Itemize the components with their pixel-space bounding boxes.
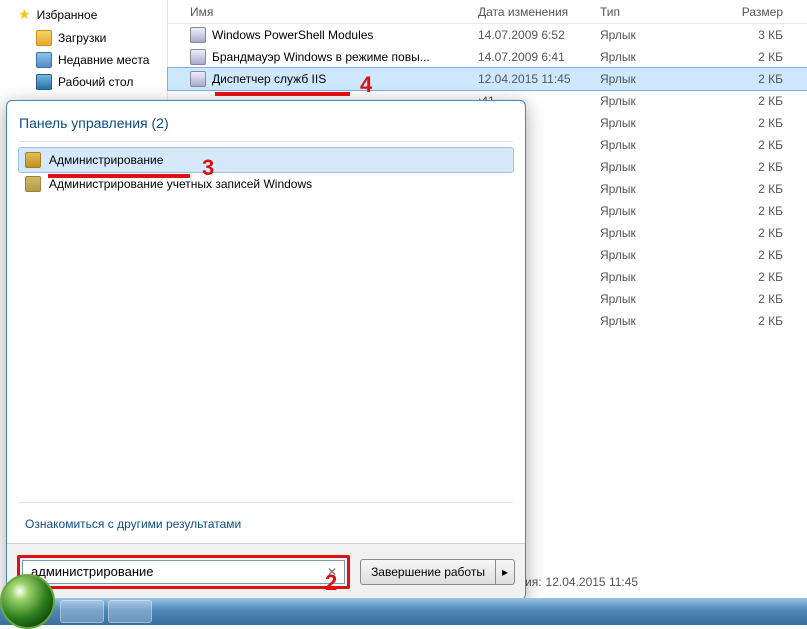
annotation-underline-4 bbox=[215, 92, 350, 96]
file-type: Ярлык bbox=[600, 138, 738, 152]
file-date: 14.07.2009 6:41 bbox=[478, 50, 600, 64]
taskbar-pinned-icon[interactable] bbox=[108, 600, 152, 623]
file-row[interactable]: Брандмауэр Windows в режиме повы... 14.07… bbox=[168, 46, 807, 68]
desktop-icon bbox=[36, 74, 52, 90]
file-name: Диспетчер служб IIS bbox=[212, 72, 326, 86]
user-accounts-icon bbox=[25, 176, 41, 192]
folder-downloads-icon bbox=[36, 30, 52, 46]
file-size: 2 КБ bbox=[738, 292, 807, 306]
annotation-number-4: 4 bbox=[360, 72, 372, 98]
file-size: 2 КБ bbox=[738, 138, 807, 152]
file-size: 2 КБ bbox=[738, 72, 807, 86]
file-size: 2 КБ bbox=[738, 94, 807, 108]
file-type: Ярлык bbox=[600, 226, 738, 240]
file-size: 2 КБ bbox=[738, 248, 807, 262]
file-type: Ярлык bbox=[600, 72, 738, 86]
file-size: 3 КБ bbox=[738, 28, 807, 42]
start-menu-item-admin[interactable]: Администрирование bbox=[19, 148, 513, 172]
annotation-number-2: 2 bbox=[325, 570, 337, 596]
file-type: Ярлык bbox=[600, 292, 738, 306]
file-size: 2 КБ bbox=[738, 116, 807, 130]
file-type: Ярлык bbox=[600, 248, 738, 262]
sidebar-item-label: Загрузки bbox=[58, 31, 106, 45]
divider bbox=[19, 141, 513, 142]
file-type: Ярлык bbox=[600, 270, 738, 284]
file-type: Ярлык bbox=[600, 204, 738, 218]
file-name: Windows PowerShell Modules bbox=[212, 28, 373, 42]
start-menu-item-label: Администрирование учетных записей Window… bbox=[49, 177, 312, 191]
file-size: 2 КБ bbox=[738, 160, 807, 174]
file-type: Ярлык bbox=[600, 50, 738, 64]
column-header-type[interactable]: Тип bbox=[600, 5, 738, 19]
shortcut-icon bbox=[190, 49, 206, 65]
file-date: 12.04.2015 11:45 bbox=[478, 72, 600, 86]
statusbar-value: 12.04.2015 11:45 bbox=[546, 575, 639, 589]
admin-tools-icon bbox=[25, 152, 41, 168]
sidebar-item-label: Рабочий стол bbox=[58, 75, 133, 89]
column-header-name[interactable]: Имя bbox=[168, 5, 478, 19]
sidebar-item-desktop[interactable]: Рабочий стол bbox=[0, 71, 167, 93]
taskbar-pinned-icon[interactable] bbox=[60, 600, 104, 623]
sidebar-favorites-label: Избранное bbox=[37, 8, 98, 22]
sidebar-item-label: Недавние места bbox=[58, 53, 149, 67]
statusbar: ия: 12.04.2015 11:45 bbox=[525, 571, 807, 593]
search-input[interactable] bbox=[22, 560, 345, 584]
search-box-highlight: ✕ bbox=[17, 555, 350, 589]
chevron-right-icon: ▸ bbox=[502, 565, 508, 579]
start-button[interactable] bbox=[0, 574, 55, 629]
divider bbox=[19, 502, 513, 503]
file-row[interactable]: Диспетчер служб IIS 12.04.2015 11:45Ярлык… bbox=[168, 68, 807, 90]
file-type: Ярлык bbox=[600, 314, 738, 328]
start-menu-more-results-link[interactable]: Ознакомиться с другими результатами bbox=[19, 509, 513, 537]
column-header-date[interactable]: Дата изменения bbox=[478, 5, 600, 19]
shortcut-icon bbox=[190, 71, 206, 87]
annotation-number-3: 3 bbox=[202, 155, 214, 181]
file-size: 2 КБ bbox=[738, 182, 807, 196]
shortcut-icon bbox=[190, 27, 206, 43]
file-size: 2 КБ bbox=[738, 50, 807, 64]
shutdown-split-button: Завершение работы ▸ bbox=[360, 559, 515, 585]
file-size: 2 КБ bbox=[738, 270, 807, 284]
file-size: 2 КБ bbox=[738, 314, 807, 328]
star-icon: ★ bbox=[18, 6, 31, 23]
file-type: Ярлык bbox=[600, 94, 738, 108]
file-size: 2 КБ bbox=[738, 226, 807, 240]
annotation-underline-3 bbox=[48, 174, 190, 178]
file-row[interactable]: Windows PowerShell Modules 14.07.2009 6:5… bbox=[168, 24, 807, 46]
start-menu-item-label: Администрирование bbox=[49, 153, 163, 167]
taskbar bbox=[0, 598, 807, 625]
statusbar-label: ия: bbox=[525, 575, 542, 589]
file-name: Брандмауэр Windows в режиме повы... bbox=[212, 50, 430, 64]
file-type: Ярлык bbox=[600, 116, 738, 130]
file-date: 14.07.2009 6:52 bbox=[478, 28, 600, 42]
file-type: Ярлык bbox=[600, 160, 738, 174]
shutdown-button[interactable]: Завершение работы bbox=[360, 559, 496, 585]
file-type: Ярлык bbox=[600, 182, 738, 196]
file-size: 2 КБ bbox=[738, 204, 807, 218]
recent-places-icon bbox=[36, 52, 52, 68]
sidebar-favorites-header[interactable]: ★ Избранное bbox=[0, 2, 167, 27]
start-menu-section-title: Панель управления (2) bbox=[19, 115, 513, 131]
sidebar-item-downloads[interactable]: Загрузки bbox=[0, 27, 167, 49]
column-header-size[interactable]: Размер bbox=[738, 5, 807, 19]
start-menu-footer: ✕ Завершение работы ▸ bbox=[7, 543, 525, 599]
sidebar-item-recent[interactable]: Недавние места bbox=[0, 49, 167, 71]
shutdown-options-button[interactable]: ▸ bbox=[496, 559, 515, 585]
column-headers: Имя Дата изменения Тип Размер bbox=[168, 0, 807, 24]
file-type: Ярлык bbox=[600, 28, 738, 42]
